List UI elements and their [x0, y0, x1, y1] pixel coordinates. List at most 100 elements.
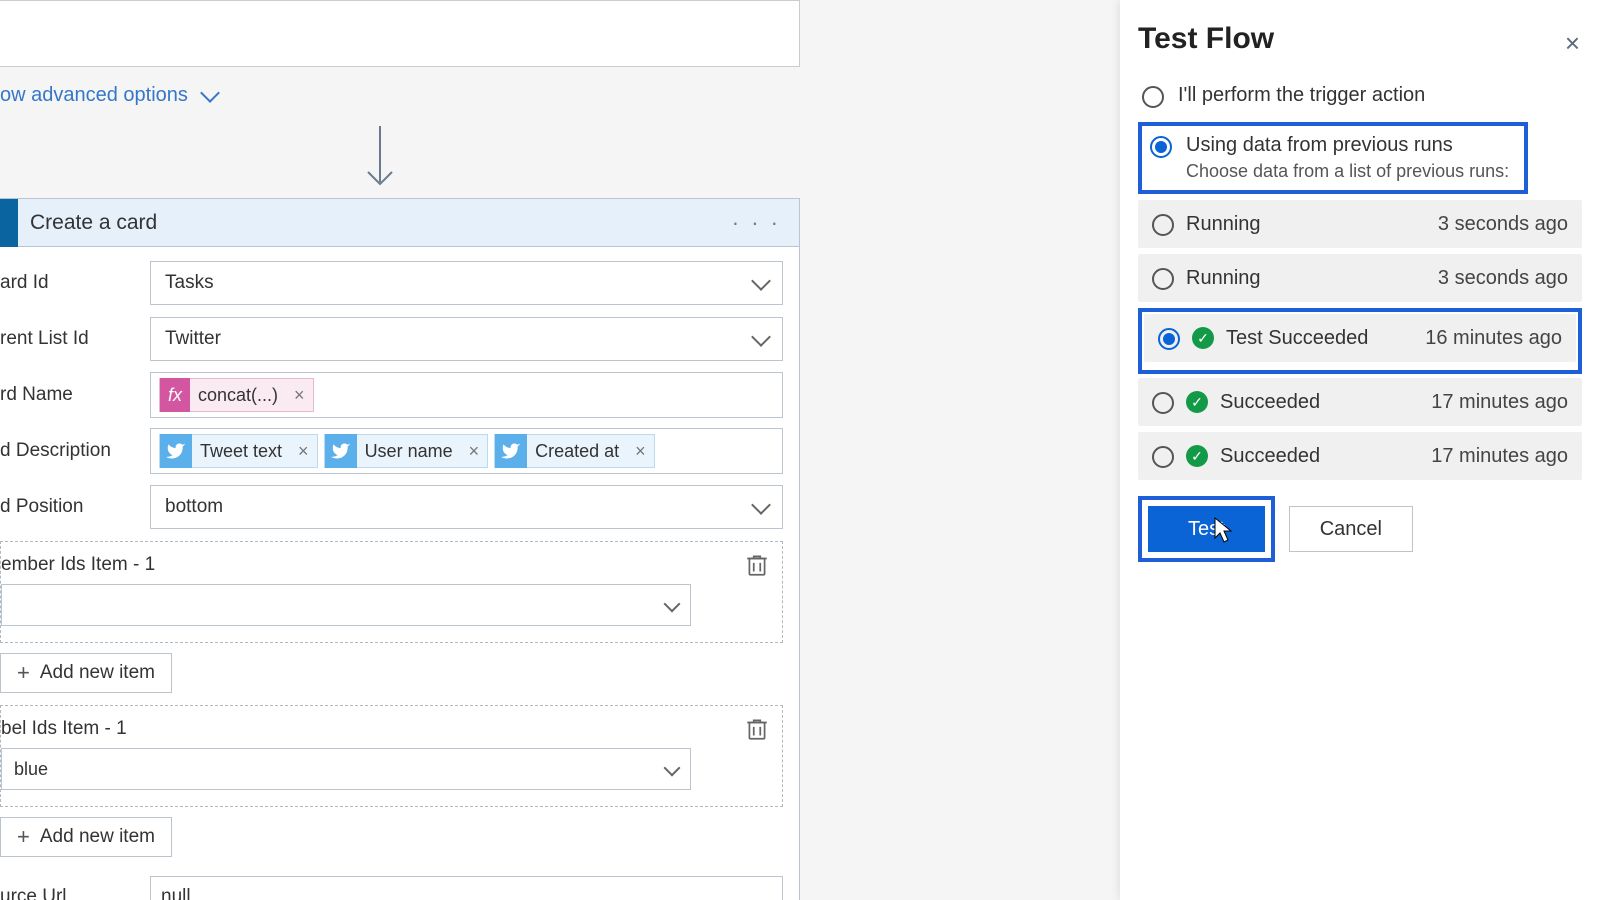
cancel-button-label: Cancel	[1320, 518, 1382, 540]
option-sublabel: Choose data from a list of previous runs…	[1186, 161, 1509, 182]
member-ids-label: ember Ids Item - 1	[1, 554, 768, 576]
add-member-button[interactable]: + Add new item	[0, 653, 172, 693]
parent-list-value: Twitter	[165, 328, 221, 350]
dynamic-token[interactable]: User name ×	[324, 434, 489, 468]
option-previous-runs[interactable]: Using data from previous runs Choose dat…	[1148, 130, 1518, 186]
member-ids-array: ember Ids Item - 1	[0, 541, 783, 643]
remove-token-button[interactable]: ×	[627, 441, 654, 462]
fx-icon: fx	[160, 378, 190, 412]
run-status: Succeeded	[1220, 391, 1419, 414]
chevron-down-icon	[751, 327, 771, 347]
previous-action-card	[0, 0, 800, 67]
plus-icon: +	[17, 824, 30, 850]
success-check-icon: ✓	[1186, 445, 1208, 467]
chevron-down-icon	[751, 495, 771, 515]
advanced-options-label: ow advanced options	[0, 84, 188, 106]
card-name-label: rd Name	[0, 384, 150, 406]
radio-icon	[1158, 328, 1180, 350]
card-title: Create a card	[30, 211, 732, 235]
connector-arrow-icon	[360, 124, 400, 194]
twitter-icon	[495, 434, 527, 468]
source-url-label: urce Url	[0, 886, 150, 900]
board-id-value: Tasks	[165, 272, 214, 294]
run-time: 17 minutes ago	[1431, 391, 1568, 414]
run-status: Running	[1186, 213, 1426, 236]
delete-item-icon[interactable]	[744, 716, 770, 742]
label-ids-array: bel Ids Item - 1 blue	[0, 705, 783, 807]
option-label: Using data from previous runs	[1186, 134, 1509, 157]
show-advanced-options-link[interactable]: ow advanced options	[0, 84, 217, 107]
plus-icon: +	[17, 660, 30, 686]
parent-list-label: rent List Id	[0, 328, 150, 350]
radio-icon-selected	[1150, 136, 1172, 158]
chevron-down-icon	[664, 760, 681, 777]
highlighted-run: ✓ Test Succeeded 16 minutes ago	[1138, 308, 1582, 374]
remove-token-button[interactable]: ×	[286, 385, 313, 406]
card-desc-label: d Description	[0, 440, 150, 462]
highlighted-option: Using data from previous runs Choose dat…	[1138, 122, 1528, 194]
chevron-down-icon	[751, 271, 771, 291]
run-status: Test Succeeded	[1226, 327, 1413, 350]
success-check-icon: ✓	[1186, 391, 1208, 413]
position-label: d Position	[0, 496, 150, 518]
position-select[interactable]: bottom	[150, 485, 783, 529]
label-ids-label: bel Ids Item - 1	[1, 718, 768, 740]
token-text: Created at	[527, 441, 627, 462]
expression-token[interactable]: fx concat(...) ×	[159, 378, 314, 412]
card-menu-button[interactable]: · · ·	[732, 210, 799, 236]
delete-item-icon[interactable]	[744, 552, 770, 578]
parent-list-select[interactable]: Twitter	[150, 317, 783, 361]
run-row[interactable]: ✓Succeeded17 minutes ago	[1138, 432, 1582, 480]
remove-token-button[interactable]: ×	[290, 441, 317, 462]
flow-canvas: ow advanced options Create a card · · · …	[0, 0, 1120, 900]
highlighted-test-button: Test	[1138, 496, 1275, 562]
card-name-input[interactable]: fx concat(...) ×	[150, 372, 783, 418]
close-panel-button[interactable]: ×	[1565, 28, 1580, 59]
run-time: 17 minutes ago	[1431, 445, 1568, 468]
option-manual-trigger[interactable]: I'll perform the trigger action	[1138, 74, 1582, 118]
member-id-select[interactable]	[1, 584, 691, 626]
remove-token-button[interactable]: ×	[461, 441, 488, 462]
token-text: Tweet text	[192, 441, 290, 462]
twitter-icon	[160, 434, 192, 468]
radio-icon	[1152, 392, 1174, 414]
dynamic-token[interactable]: Tweet text ×	[159, 434, 318, 468]
add-new-label: Add new item	[40, 662, 155, 684]
add-new-label: Add new item	[40, 826, 155, 848]
run-row[interactable]: ✓ Test Succeeded 16 minutes ago	[1144, 314, 1576, 362]
panel-title: Test Flow	[1138, 22, 1582, 56]
add-label-button[interactable]: + Add new item	[0, 817, 172, 857]
card-desc-input[interactable]: Tweet text × User name × Created at ×	[150, 428, 783, 474]
board-id-label: ard Id	[0, 272, 150, 294]
cancel-button[interactable]: Cancel	[1289, 506, 1413, 552]
token-text: concat(...)	[190, 385, 286, 406]
run-row[interactable]: Running 3 seconds ago	[1138, 254, 1582, 302]
card-header[interactable]: Create a card · · ·	[0, 199, 799, 247]
run-time: 3 seconds ago	[1438, 267, 1568, 290]
run-time: 16 minutes ago	[1425, 327, 1562, 350]
label-id-value: blue	[14, 759, 48, 780]
test-button[interactable]: Test	[1148, 506, 1265, 552]
success-check-icon: ✓	[1192, 327, 1214, 349]
label-id-select[interactable]: blue	[1, 748, 691, 790]
board-id-select[interactable]: Tasks	[150, 261, 783, 305]
run-time: 3 seconds ago	[1438, 213, 1568, 236]
run-status: Running	[1186, 267, 1426, 290]
dynamic-token[interactable]: Created at ×	[494, 434, 655, 468]
trello-icon	[0, 199, 18, 247]
option-label: I'll perform the trigger action	[1178, 84, 1425, 107]
radio-icon	[1152, 268, 1174, 290]
test-button-label: Test	[1188, 518, 1225, 540]
radio-icon	[1142, 86, 1164, 108]
token-text: User name	[357, 441, 461, 462]
test-flow-panel: Test Flow × I'll perform the trigger act…	[1120, 0, 1600, 900]
chevron-down-icon	[201, 83, 221, 103]
run-row[interactable]: Running 3 seconds ago	[1138, 200, 1582, 248]
radio-icon	[1152, 214, 1174, 236]
run-row[interactable]: ✓ Succeeded 17 minutes ago	[1138, 378, 1582, 426]
panel-buttons: Test Cancel	[1138, 492, 1582, 566]
previous-runs-list: Running 3 seconds ago Running 3 seconds ago…	[1138, 200, 1582, 480]
source-url-value: null	[161, 886, 191, 900]
create-card-action: Create a card · · · ard Id Tasks rent Li…	[0, 198, 800, 900]
source-url-input[interactable]: null	[150, 876, 783, 900]
